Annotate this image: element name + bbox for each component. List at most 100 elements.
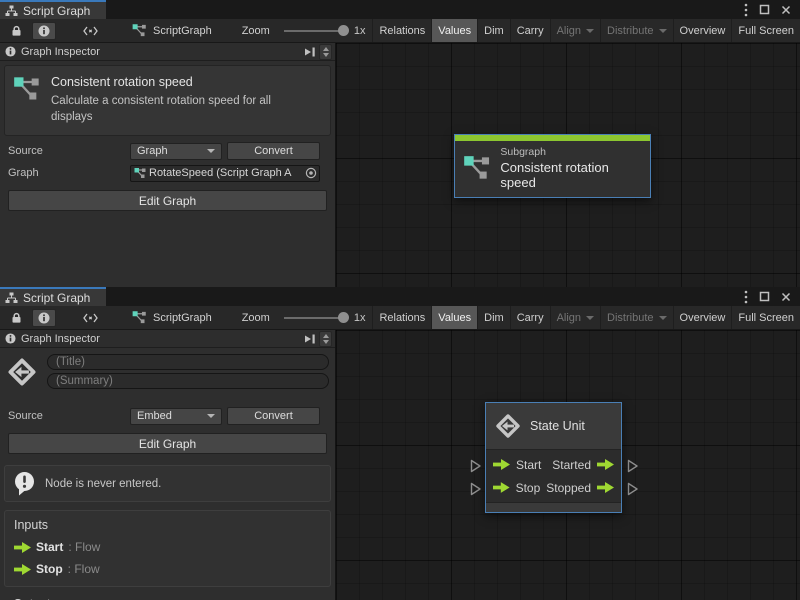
lock-button[interactable] (4, 309, 28, 327)
zoom-slider[interactable] (284, 30, 346, 32)
values-button[interactable]: Values (431, 19, 477, 42)
dim-button[interactable]: Dim (477, 19, 510, 42)
fullscreen-button[interactable]: Full Screen (731, 306, 800, 329)
zoom-slider[interactable] (284, 317, 346, 319)
input-port-stop[interactable] (470, 482, 482, 496)
list-item: Stop : Flow (14, 562, 321, 576)
overview-button[interactable]: Overview (673, 19, 732, 42)
edit-graph-button[interactable]: Edit Graph (8, 190, 327, 211)
zoom-control: Zoom 1x (242, 25, 366, 37)
maximize-icon[interactable] (759, 4, 770, 15)
dim-button[interactable]: Dim (477, 306, 510, 329)
source-dropdown-value: Embed (137, 410, 172, 422)
object-picker-icon[interactable] (305, 167, 317, 179)
menu-icon[interactable] (744, 2, 748, 18)
inspector-toggle-button[interactable] (32, 309, 56, 327)
port-type: : Flow (68, 540, 100, 554)
flow-arrow-icon[interactable] (597, 459, 614, 470)
title-input[interactable] (47, 354, 329, 370)
warning-text: Node is never entered. (45, 478, 161, 490)
debug-view-button[interactable] (78, 22, 102, 40)
summary-input[interactable] (47, 373, 329, 389)
breadcrumb[interactable]: ScriptGraph (132, 23, 212, 38)
state-unit-node[interactable]: State Unit Start Started (485, 402, 622, 513)
graph-canvas-bottom[interactable]: State Unit Start Started (336, 330, 800, 600)
script-graph-icon (13, 75, 41, 103)
breadcrumb[interactable]: ScriptGraph (132, 310, 212, 325)
flow-arrow-icon (14, 564, 31, 575)
port-label-stopped: Stopped (546, 481, 591, 495)
flow-arrow-icon[interactable] (597, 482, 614, 493)
code-icon (83, 26, 98, 36)
dock-icon[interactable] (304, 334, 316, 344)
source-dropdown[interactable]: Embed (130, 408, 222, 425)
pane-scrubber[interactable] (319, 44, 332, 60)
output-port-stopped[interactable] (627, 482, 639, 496)
breadcrumb-label: ScriptGraph (153, 25, 212, 37)
script-graph-icon (132, 23, 147, 38)
warning-bubble-icon (13, 471, 36, 496)
close-icon[interactable] (781, 292, 791, 302)
lock-button[interactable] (4, 22, 28, 40)
subgraph-node[interactable]: Subgraph Consistent rotation speed (454, 134, 651, 198)
maximize-icon[interactable] (759, 291, 770, 302)
fullscreen-button[interactable]: Full Screen (731, 19, 800, 42)
align-label: Align (557, 312, 581, 324)
inspector-title: Graph Inspector (21, 46, 100, 58)
inputs-section: Inputs Start : Flow Stop : Flow (4, 510, 331, 587)
tab-title: Script Graph (23, 291, 90, 305)
convert-button[interactable]: Convert (227, 407, 320, 425)
tab-bar: Script Graph (0, 287, 800, 306)
tab-script-graph[interactable]: Script Graph (0, 287, 106, 306)
align-button[interactable]: Align (550, 306, 600, 329)
graph-canvas-top[interactable]: Subgraph Consistent rotation speed (336, 43, 800, 287)
menu-icon[interactable] (744, 289, 748, 305)
dock-icon[interactable] (304, 47, 316, 57)
node-footer (486, 502, 621, 512)
debug-view-button[interactable] (78, 309, 102, 327)
inputs-header: Inputs (14, 518, 321, 532)
tab-script-graph[interactable]: Script Graph (0, 0, 106, 19)
list-item: Start : Flow (14, 540, 321, 554)
port-name: Start (36, 540, 63, 554)
carry-button[interactable]: Carry (510, 306, 550, 329)
flow-arrow-icon[interactable] (493, 459, 510, 470)
overview-button[interactable]: Overview (673, 306, 732, 329)
carry-button[interactable]: Carry (510, 19, 550, 42)
script-graph-icon (134, 167, 146, 179)
pane-scrubber[interactable] (319, 331, 332, 347)
scroll-up-icon (323, 334, 329, 338)
zoom-slider-thumb[interactable] (338, 25, 349, 36)
window-controls (744, 287, 800, 306)
zoom-label: Zoom (242, 312, 270, 324)
flow-arrow-icon[interactable] (493, 482, 510, 493)
script-graph-window-bottom: Script Graph ScriptGraph Z (0, 287, 800, 600)
graph-object-value: RotateSpeed (Script Graph A (149, 167, 302, 179)
align-label: Align (557, 25, 581, 37)
node-title: State Unit (530, 419, 585, 433)
relations-button[interactable]: Relations (372, 306, 431, 329)
distribute-button[interactable]: Distribute (600, 306, 672, 329)
node-type-label: Subgraph (500, 146, 640, 158)
node-port-row: Start Started (486, 453, 621, 476)
values-button[interactable]: Values (431, 306, 477, 329)
source-dropdown[interactable]: Graph (130, 143, 222, 160)
breadcrumb-label: ScriptGraph (153, 312, 212, 324)
graph-object-field[interactable]: RotateSpeed (Script Graph A (130, 165, 320, 182)
inspector-header: Graph Inspector (0, 43, 335, 61)
input-port-start[interactable] (470, 459, 482, 473)
warning-message: Node is never entered. (4, 465, 331, 502)
inspector-toggle-button[interactable] (32, 22, 56, 40)
close-icon[interactable] (781, 5, 791, 15)
align-button[interactable]: Align (550, 19, 600, 42)
zoom-slider-thumb[interactable] (338, 312, 349, 323)
node-title-editor (4, 354, 331, 389)
edit-graph-button[interactable]: Edit Graph (8, 433, 327, 454)
chevron-down-icon (586, 29, 594, 33)
window-controls (744, 0, 800, 19)
distribute-button[interactable]: Distribute (600, 19, 672, 42)
output-port-started[interactable] (627, 459, 639, 473)
convert-button[interactable]: Convert (227, 142, 320, 160)
port-label-started: Started (552, 458, 591, 472)
relations-button[interactable]: Relations (372, 19, 431, 42)
